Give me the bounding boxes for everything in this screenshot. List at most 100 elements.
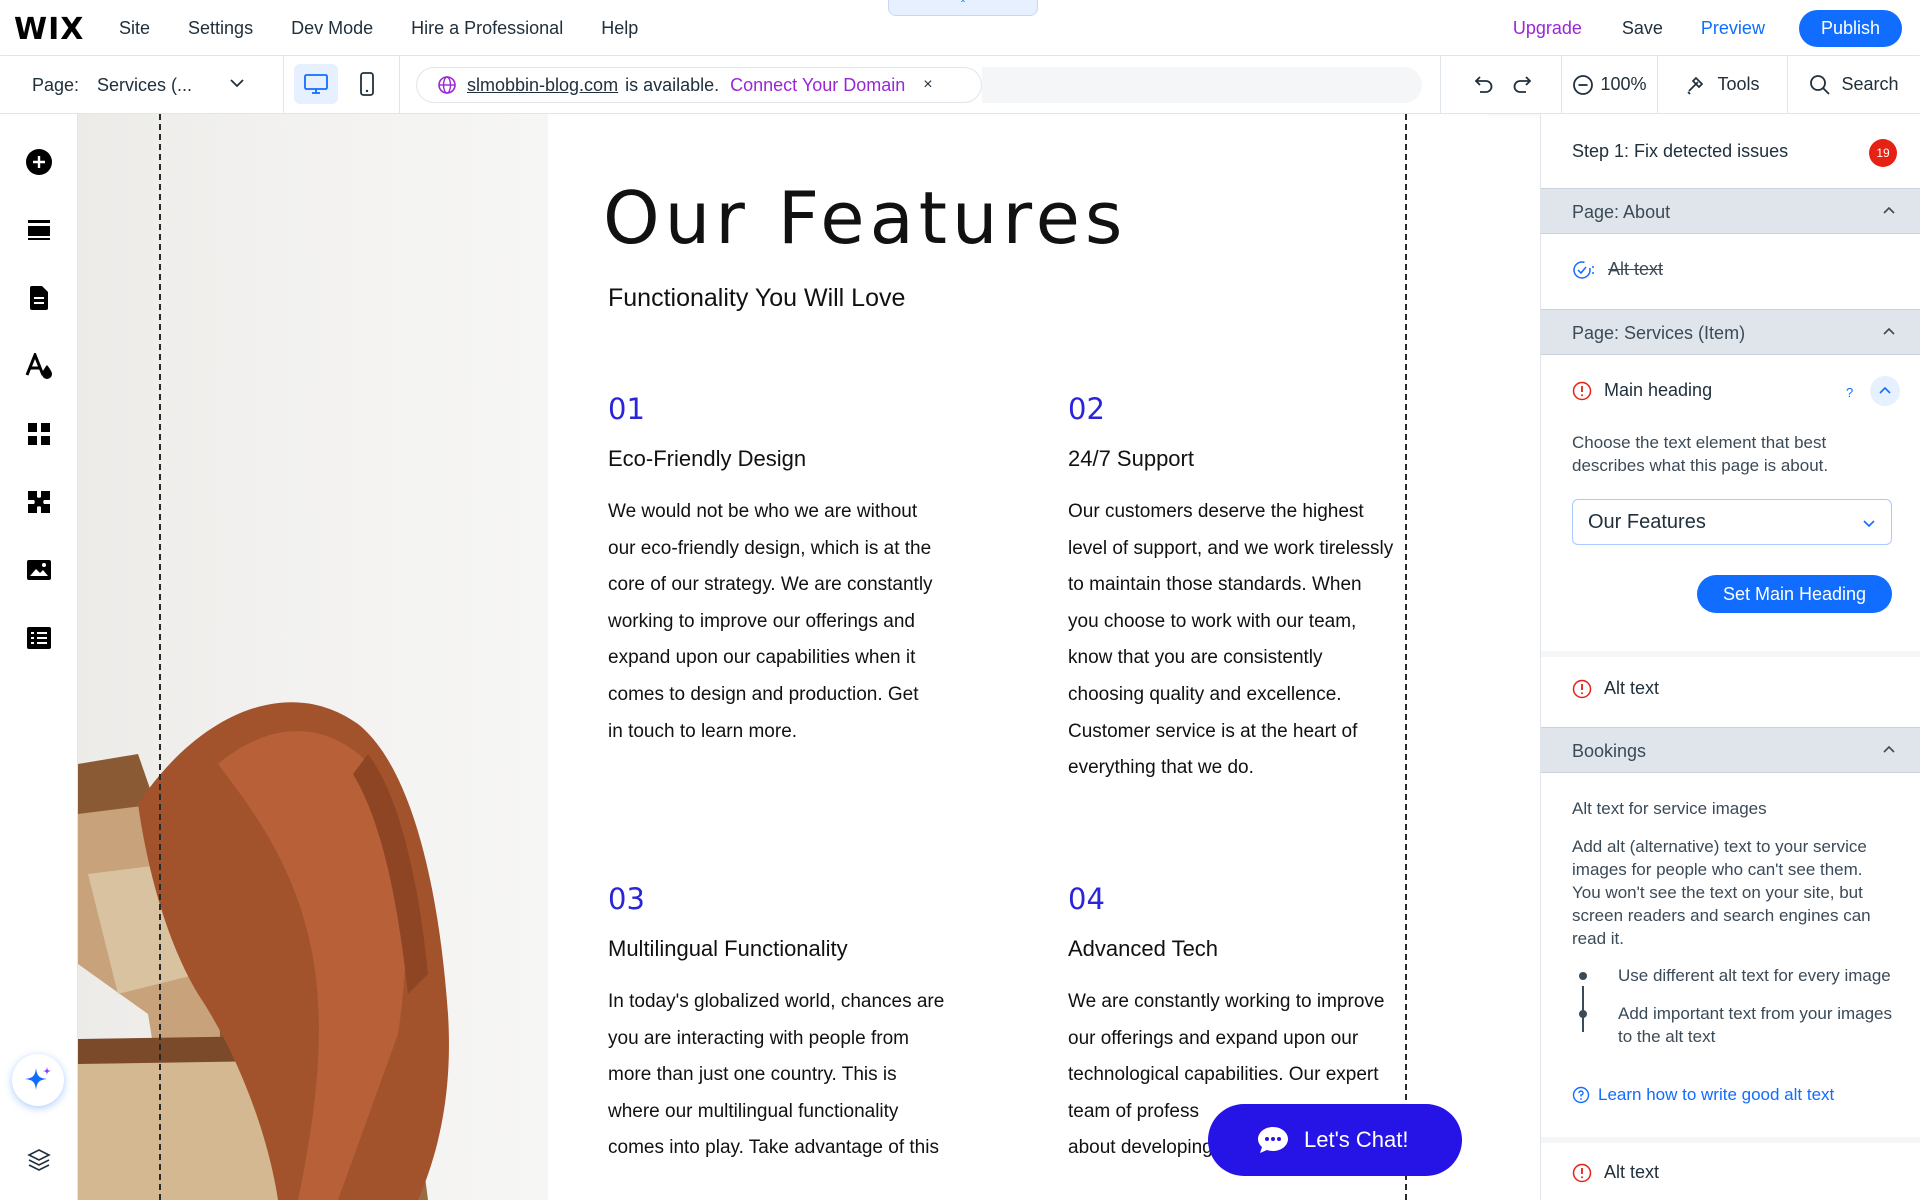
feature-line: our eco-friendly design, which is at the — [608, 537, 932, 559]
feature-number: 03 — [608, 882, 645, 916]
divider — [1541, 651, 1920, 657]
collapse-item-button[interactable] — [1870, 376, 1900, 406]
feature-title: 24/7 Support — [1068, 446, 1194, 471]
domain-banner: slmobbin-blog.com is available. Connect … — [416, 67, 982, 103]
undo-icon[interactable] — [1471, 73, 1495, 97]
help-circle-icon — [1572, 1086, 1590, 1104]
feature-number: 02 — [1068, 392, 1105, 426]
sections-icon[interactable] — [25, 216, 53, 244]
preview-button[interactable]: Preview — [1701, 18, 1765, 39]
chair-blanket-image[interactable] — [78, 114, 548, 1200]
help-icon[interactable]: ? — [1846, 385, 1853, 400]
feature-line: level of support, and we work tirelessly — [1068, 537, 1394, 559]
top-actions: Upgrade Save Preview Publish — [1513, 10, 1902, 47]
media-icon[interactable] — [25, 556, 53, 584]
section-title: Page: Services (Item) — [1572, 323, 1746, 343]
collapse-toolbar-handle[interactable]: ˆ — [888, 0, 1038, 16]
about-alt-text-item[interactable]: Alt text — [1572, 259, 1663, 280]
panel-heading: Step 1: Fix detected issues — [1572, 141, 1789, 161]
menu-site[interactable]: Site — [119, 18, 150, 39]
history-controls — [1440, 56, 1562, 113]
feature-block-1[interactable]: 01 Eco-Friendly Design We would not be w… — [608, 392, 988, 750]
feature-block-3[interactable]: 03 Multilingual Functionality In today's… — [608, 882, 988, 1167]
close-icon[interactable]: × — [923, 76, 932, 94]
feature-description: We would not be who we are without our e… — [608, 494, 988, 750]
feature-block-2[interactable]: 02 24/7 Support Our customers deserve th… — [1068, 392, 1448, 787]
chevron-up-icon: ˆ — [961, 0, 965, 12]
issues-count-badge: 19 — [1869, 139, 1897, 167]
set-main-heading-button[interactable]: Set Main Heading — [1697, 575, 1892, 613]
feature-line: you are interacting with people from — [608, 1027, 909, 1049]
feature-title: Multilingual Functionality — [608, 936, 848, 961]
section-page-services[interactable]: Page: Services (Item) — [1541, 309, 1920, 355]
editor-toolbar: Page: Services (... slmobbin-blog.com is… — [0, 56, 1920, 114]
feature-line: you choose to work with our team, — [1068, 610, 1357, 632]
section-page-about[interactable]: Page: About — [1541, 188, 1920, 234]
feature-number: 04 — [1068, 882, 1105, 916]
publish-button[interactable]: Publish — [1798, 10, 1902, 47]
tools-button[interactable]: Tools — [1658, 56, 1788, 113]
redo-icon[interactable] — [1511, 73, 1535, 97]
connect-domain-link[interactable]: Connect Your Domain — [730, 75, 905, 96]
ai-assistant-button[interactable] — [12, 1054, 64, 1106]
menu-hire-professional[interactable]: Hire a Professional — [411, 18, 563, 39]
wix-logo[interactable]: WIX — [14, 12, 84, 47]
editor-canvas[interactable]: Our Features Functionality You Will Love… — [78, 114, 1488, 1200]
chat-label: Let's Chat! — [1304, 1127, 1409, 1152]
feature-description: Our customers deserve the highest level … — [1068, 494, 1448, 787]
chevron-up-icon — [1883, 745, 1895, 753]
feature-line: expand upon our capabilities when it — [608, 647, 916, 669]
main-heading-item[interactable]: Main heading — [1572, 380, 1712, 401]
learn-alt-text-link[interactable]: Learn how to write good alt text — [1572, 1085, 1834, 1105]
top-bar: WIX Site Settings Dev Mode Hire a Profes… — [0, 0, 1920, 56]
section-title: Page: About — [1572, 202, 1671, 222]
top-menu: Site Settings Dev Mode Hire a Profession… — [119, 18, 638, 39]
pages-icon[interactable] — [25, 284, 53, 312]
features-subheading[interactable]: Functionality You Will Love — [608, 284, 905, 313]
feature-description: In today's globalized world, chances are… — [608, 984, 988, 1167]
main-heading-description: Choose the text element that best descri… — [1572, 433, 1829, 475]
tools-icon — [1687, 76, 1704, 95]
features-heading[interactable]: Our Features — [603, 176, 1127, 260]
alt-text-label: Alt text — [1604, 678, 1660, 698]
section-title: Bookings — [1572, 741, 1647, 761]
domain-name-link[interactable]: slmobbin-blog.com — [467, 75, 618, 96]
desktop-icon — [304, 74, 328, 94]
zoom-control[interactable]: 100% — [1562, 56, 1658, 113]
section-bookings[interactable]: Bookings — [1541, 727, 1920, 773]
services-alt-text-item[interactable]: Alt text — [1572, 678, 1659, 699]
chevron-down-icon — [230, 79, 244, 88]
mobile-view-button[interactable] — [352, 64, 382, 104]
globe-icon — [438, 76, 456, 94]
bullet-dot — [1579, 1010, 1587, 1018]
chevron-up-icon — [1883, 327, 1895, 335]
menu-settings[interactable]: Settings — [188, 18, 253, 39]
cms-icon[interactable] — [25, 624, 53, 652]
chevron-down-icon — [1863, 520, 1875, 528]
bullet-dot — [1579, 972, 1587, 980]
menu-help[interactable]: Help — [601, 18, 638, 39]
menu-dev-mode[interactable]: Dev Mode — [291, 18, 373, 39]
feature-line: comes into play. Take advantage of this — [608, 1137, 939, 1159]
add-icon[interactable] — [25, 148, 53, 176]
extensions-icon[interactable] — [25, 488, 53, 516]
design-icon[interactable] — [25, 352, 53, 380]
feature-line: We would not be who we are without — [608, 501, 918, 522]
seo-setup-panel: Step 1: Fix detected issues 19 Page: Abo… — [1540, 114, 1920, 1200]
feature-title: Advanced Tech — [1068, 936, 1219, 961]
select-value: Our Features — [1588, 511, 1706, 533]
bookings-alt-text-item[interactable]: Alt text — [1572, 1162, 1659, 1183]
search-button[interactable]: Search — [1788, 56, 1920, 113]
apps-icon[interactable] — [25, 420, 53, 448]
tip-text: Add important text from your images to t… — [1618, 1004, 1893, 1046]
upgrade-link[interactable]: Upgrade — [1513, 18, 1582, 39]
main-heading-select[interactable]: Our Features — [1572, 499, 1892, 545]
zoom-level: 100% — [1600, 74, 1647, 94]
feature-line: Customer service is at the heart of — [1068, 720, 1358, 742]
save-button[interactable]: Save — [1622, 18, 1663, 39]
layers-icon[interactable] — [25, 1146, 53, 1174]
tip-item: Add important text from your images to t… — [1572, 1002, 1902, 1048]
lets-chat-button[interactable]: Let's Chat! — [1208, 1104, 1462, 1176]
desktop-view-button[interactable] — [294, 64, 338, 104]
page-selector[interactable]: Page: Services (... — [0, 56, 284, 113]
